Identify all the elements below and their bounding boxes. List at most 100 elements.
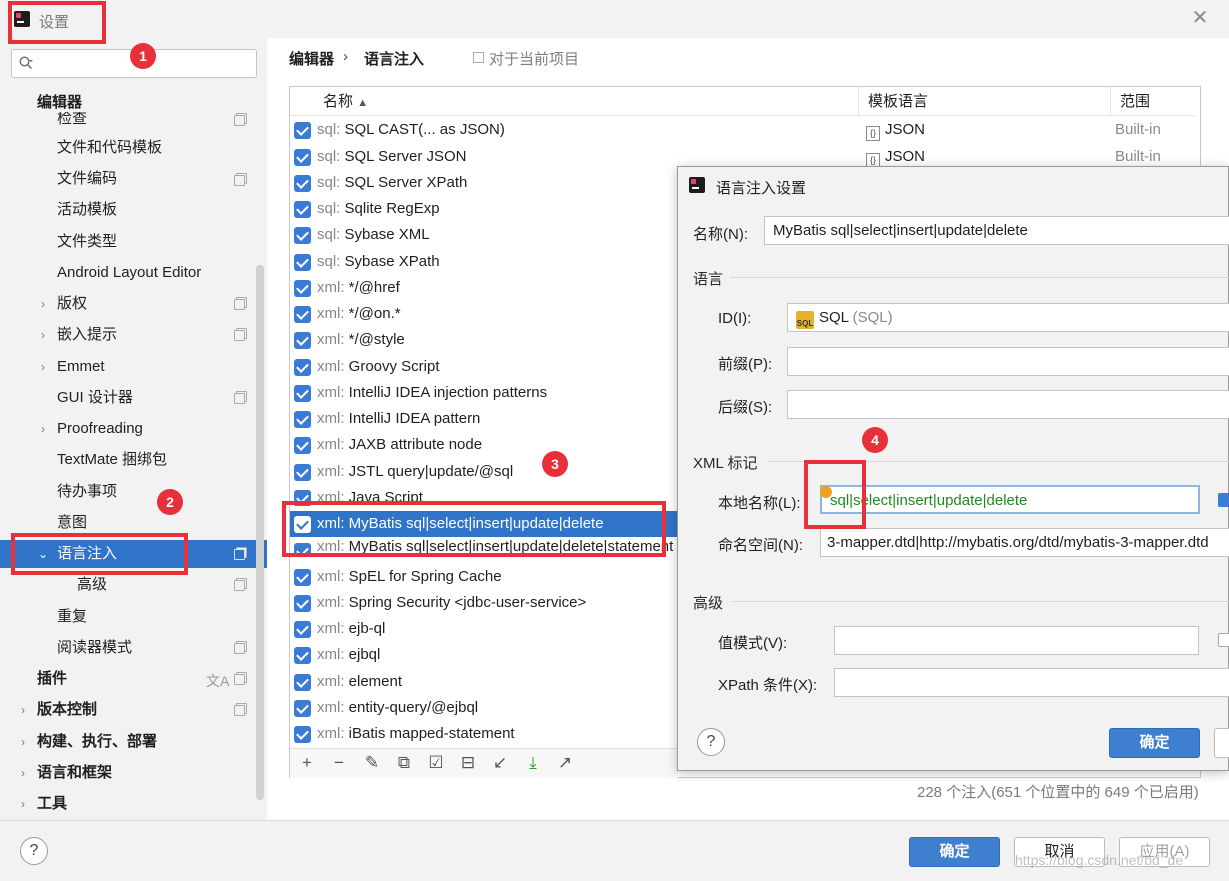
row-prefix: xml: [317,331,345,348]
row-checkbox[interactable] [294,621,311,638]
ok-button[interactable]: 确定 [909,837,1000,867]
row-checkbox[interactable] [294,175,311,192]
dialog-help-button[interactable]: ? [697,728,725,756]
breadcrumb-editor[interactable]: 编辑器 [289,48,334,69]
row-checkbox[interactable] [294,437,311,454]
table-row[interactable]: xml: ejbql [290,642,677,668]
add-icon[interactable]: + [296,752,318,774]
row-checkbox[interactable] [294,122,311,139]
import-icon[interactable]: ⤓ [522,752,544,774]
chevron-right-icon[interactable]: › [17,766,29,780]
language-id-select[interactable]: SQL SQL (SQL) [787,303,1229,332]
advanced-section: 高级 [693,595,724,612]
sidebar-item-emmet[interactable]: Emmet [57,354,105,380]
dialog-ok-button[interactable]: 确定 [1109,728,1200,758]
table-row[interactable]: xml: iBatis mapped-statement [290,721,677,747]
row-checkbox[interactable] [294,227,311,244]
move-to-icon[interactable]: ↙ [489,752,511,774]
sidebar-item-gui-designer[interactable]: GUI 设计器 [57,385,133,411]
table-row[interactable]: xml: Spring Security <jdbc-user-service> [290,590,677,616]
sidebar-item-file-types[interactable]: 文件类型 [57,229,117,255]
sidebar-scrollbar[interactable] [256,265,264,800]
chevron-right-icon[interactable]: › [17,703,29,717]
row-checkbox[interactable] [294,359,311,376]
chevron-right-icon[interactable]: › [37,297,49,311]
sidebar-item-duplicates[interactable]: 重复 [57,604,87,630]
intellij-app-icon [689,177,705,193]
row-checkbox[interactable] [294,700,311,717]
chevron-right-icon[interactable]: › [37,422,49,436]
row-checkbox[interactable] [294,332,311,349]
sidebar-item-advanced[interactable]: 高级 [77,572,107,598]
column-header-scope[interactable]: 范围 [1111,87,1195,116]
row-checkbox[interactable] [294,647,311,664]
row-checkbox[interactable] [294,595,311,612]
value-pattern-field[interactable] [834,626,1199,655]
row-checkbox[interactable] [294,726,311,743]
sidebar-item-textmate-bundles[interactable]: TextMate 捆绑包 [57,447,167,473]
sidebar-item-proofreading[interactable]: Proofreading [57,416,143,442]
row-checkbox[interactable] [294,280,311,297]
dialog-title: 语言注入设置 [716,180,807,197]
sidebar-item-file-templates[interactable]: 文件和代码模板 [57,135,162,161]
suffix-field[interactable] [787,390,1229,419]
copy-icon[interactable]: ⧉ [393,752,415,774]
column-header-template[interactable]: 模板语言 [859,87,1110,116]
sidebar-item-inlay-hints[interactable]: 嵌入提示 [57,322,117,348]
table-row[interactable]: xml: entity-query/@ejbql [290,695,677,721]
row-checkbox[interactable] [294,411,311,428]
remove-icon[interactable]: − [328,752,350,774]
row-checkbox[interactable] [294,254,311,271]
chevron-right-icon[interactable]: › [37,328,49,342]
close-icon[interactable]: ✕ [1189,7,1211,29]
language-id-value: SQL [819,309,849,326]
row-prefix: xml: [317,436,345,453]
sidebar-item-file-encodings[interactable]: 文件编码 [57,166,117,192]
row-checkbox[interactable] [294,569,311,586]
row-scope: Built-in [1115,121,1161,138]
help-button[interactable]: ? [20,837,48,865]
annotation-box-1 [8,1,106,44]
local-name-checkbox[interactable] [1218,493,1229,507]
sidebar-item-android-layout-editor[interactable]: Android Layout Editor [57,260,201,286]
table-row[interactable]: xml: element [290,669,677,695]
sidebar-item-todo[interactable]: 待办事项 [57,479,117,505]
xpath-field[interactable] [834,668,1229,697]
sidebar-item-inspections[interactable]: 检查 [57,112,87,126]
edit-icon[interactable]: ✎ [361,752,383,774]
row-prefix: xml: [317,594,345,611]
table-row[interactable]: xml: ejb-ql [290,616,677,642]
name-field[interactable]: MyBatis sql|select|insert|update|delete [764,216,1229,245]
enable-icon[interactable]: ☑ [425,752,447,774]
sidebar-item-plugins[interactable]: 插件 [37,666,67,692]
table-row[interactable]: xml: SpEL for Spring Cache [290,564,677,590]
chevron-right-icon[interactable]: › [17,735,29,749]
dialog-cancel-button[interactable] [1214,728,1229,758]
value-pattern-checkbox[interactable] [1218,633,1229,647]
row-checkbox[interactable] [294,149,311,166]
row-checkbox[interactable] [294,306,311,323]
sidebar-item-copyright[interactable]: 版权 [57,291,87,317]
export-icon[interactable]: ↗ [554,752,576,774]
sidebar-item-build[interactable]: 构建、执行、部署 [37,729,157,755]
chevron-right-icon[interactable]: › [17,797,29,811]
row-name: Sqlite RegExp [340,200,440,217]
prefix-field[interactable] [787,347,1229,376]
sidebar-item-vcs[interactable]: 版本控制 [37,697,97,723]
row-prefix: xml: [317,568,345,585]
sidebar-item-tools[interactable]: 工具 [37,791,67,817]
namespace-field[interactable]: 3-mapper.dtd|http://mybatis.org/dtd/myba… [820,528,1229,557]
sidebar-item-live-templates[interactable]: 活动模板 [57,197,117,223]
local-name-field[interactable]: sql|select|insert|update|delete [820,485,1200,514]
row-checkbox[interactable] [294,385,311,402]
row-checkbox[interactable] [294,674,311,691]
disable-icon[interactable]: ⊟ [457,752,479,774]
column-header-name[interactable]: 名称 ▲ [290,87,858,116]
chevron-right-icon[interactable]: › [37,360,49,374]
row-prefix: xml: [317,463,345,480]
sidebar-item-languages[interactable]: 语言和框架 [37,760,112,786]
row-checkbox[interactable] [294,464,311,481]
row-checkbox[interactable] [294,201,311,218]
table-row[interactable]: sql: SQL CAST(... as JSON) {} JSON Built-in [290,117,1195,143]
sidebar-item-reader-mode[interactable]: 阅读器模式 [57,635,132,661]
